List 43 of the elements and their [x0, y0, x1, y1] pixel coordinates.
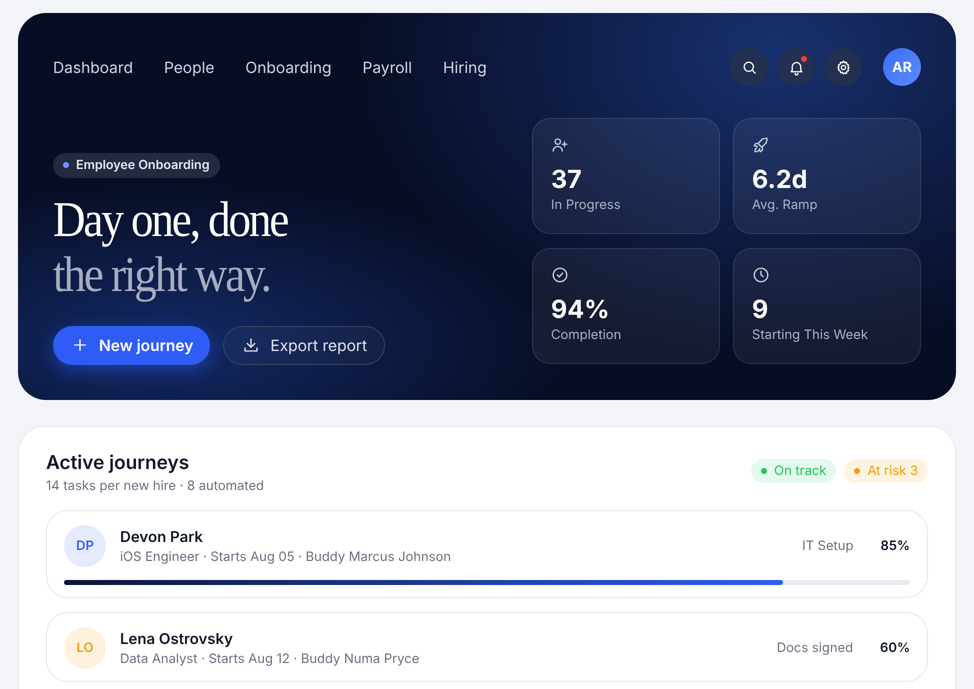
nav-link[interactable]: Dashboard [53, 58, 133, 76]
plus-icon [71, 336, 89, 354]
avatar-initials: DP [64, 525, 106, 567]
stat-value: 9 [752, 294, 770, 325]
stat-label: Starting This Week [752, 326, 869, 343]
stat-label: Completion [551, 326, 622, 343]
new-journey-button[interactable]: New journey [53, 326, 210, 364]
stat-label: Avg. Ramp [752, 197, 818, 213]
section-subtitle: 14 tasks per new hire · 8 automated [46, 478, 264, 494]
status-pill: On track [751, 459, 836, 483]
user-avatar[interactable]: AR [883, 48, 921, 86]
export-report-button[interactable]: Export report [223, 326, 386, 364]
progress-percent: 60% [880, 640, 910, 656]
settings-icon [834, 58, 852, 76]
hire-details: iOS Engineer · Starts Aug 05 · Buddy Marcus Johnson [120, 549, 452, 565]
hero-headline: Day one, done the right way. [53, 192, 289, 302]
search-icon [740, 58, 758, 76]
search-button[interactable] [730, 48, 768, 86]
download-icon [242, 336, 260, 354]
stat-value: 94% [551, 294, 611, 325]
stat-value: 37 [551, 165, 583, 195]
nav-link[interactable]: Payroll [362, 58, 412, 76]
current-stage: Docs signed [776, 640, 854, 656]
notifications-button[interactable] [777, 48, 815, 86]
hire-name: Lena Ostrovsky [120, 629, 234, 648]
avatar-initials: LO [64, 627, 106, 669]
current-stage: IT Setup [802, 538, 854, 554]
rocket-icon [752, 136, 770, 154]
section-badge: Employee Onboarding [53, 152, 220, 178]
progress-percent: 85% [880, 538, 910, 554]
clock-icon [752, 266, 770, 284]
settings-button[interactable] [824, 48, 862, 86]
stat-value: 6.2d [752, 165, 808, 195]
status-pill: At risk 3 [844, 459, 928, 483]
hire-name: Devon Park [120, 527, 204, 546]
check-circle-icon [551, 266, 569, 284]
nav-link[interactable]: People [164, 58, 214, 76]
stat-label: In Progress [551, 197, 622, 213]
hire-details: Data Analyst · Starts Aug 12 · Buddy Numa Pryce [120, 651, 420, 667]
user-plus-icon [551, 136, 569, 154]
section-title: Active journeys [46, 451, 190, 474]
nav-link[interactable]: Onboarding [245, 58, 332, 76]
nav-link[interactable]: Hiring [443, 58, 487, 76]
